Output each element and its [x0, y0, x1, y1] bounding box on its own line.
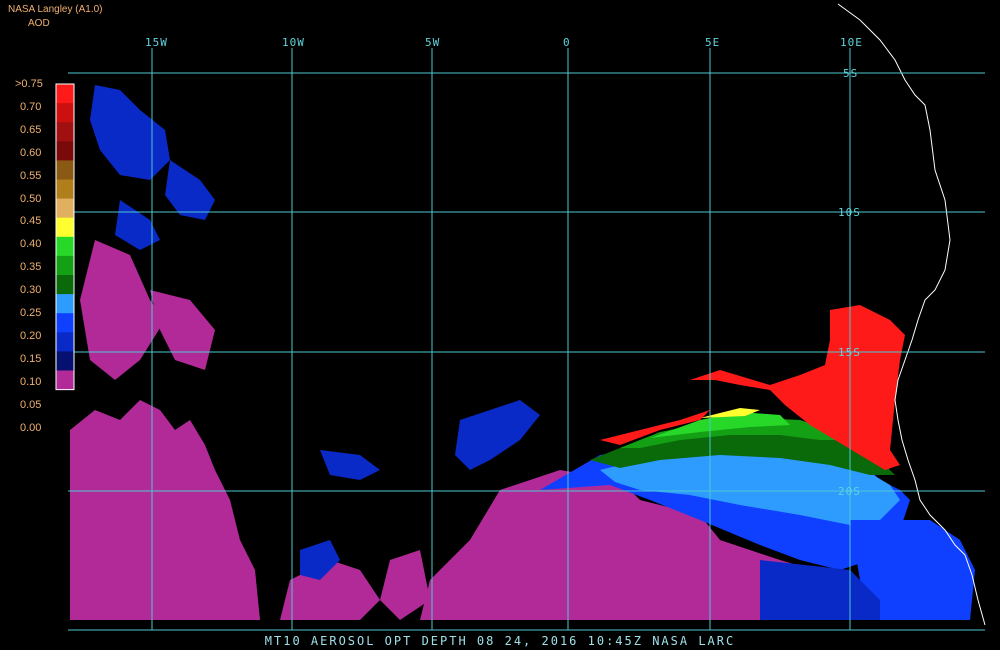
- legend-label: 0.55: [20, 169, 42, 182]
- lon-label: 5E: [705, 36, 721, 49]
- legend-label: 0.05: [20, 398, 42, 411]
- footer-caption: MT10 AEROSOL OPT DEPTH 08 24, 2016 10:45…: [264, 634, 736, 648]
- legend-label: 0.30: [20, 284, 42, 297]
- legend-label: >0.75: [15, 78, 43, 90]
- legend-label: 0.70: [20, 100, 42, 113]
- lon-label: 15W: [145, 36, 168, 49]
- lon-label: 5W: [425, 36, 441, 49]
- product-subtitle: AOD: [28, 18, 50, 29]
- lon-label: 10E: [840, 36, 863, 49]
- legend-label: 0.65: [20, 123, 42, 136]
- legend-label: 0.10: [20, 375, 42, 388]
- product-title: NASA Langley (A1.0): [8, 4, 103, 15]
- legend-label: 0.40: [20, 238, 42, 251]
- legend-label: 0.25: [20, 307, 42, 319]
- aod-map: [0, 0, 1000, 650]
- lat-label: 15S: [838, 346, 861, 359]
- legend-label: 0.45: [20, 215, 42, 228]
- lon-label: 0: [563, 36, 571, 49]
- lat-label: 20S: [838, 485, 861, 498]
- legend-label: 0.60: [20, 146, 42, 159]
- legend-label: 0.35: [20, 261, 42, 274]
- lon-label: 10W: [282, 36, 305, 49]
- legend-label: 0.20: [20, 329, 42, 342]
- lat-label: 10S: [838, 206, 861, 219]
- legend-label: 0.50: [20, 192, 42, 205]
- legend-label: 0.15: [20, 352, 42, 365]
- lat-label: 5S: [843, 67, 859, 80]
- legend-label: 0.00: [20, 421, 42, 434]
